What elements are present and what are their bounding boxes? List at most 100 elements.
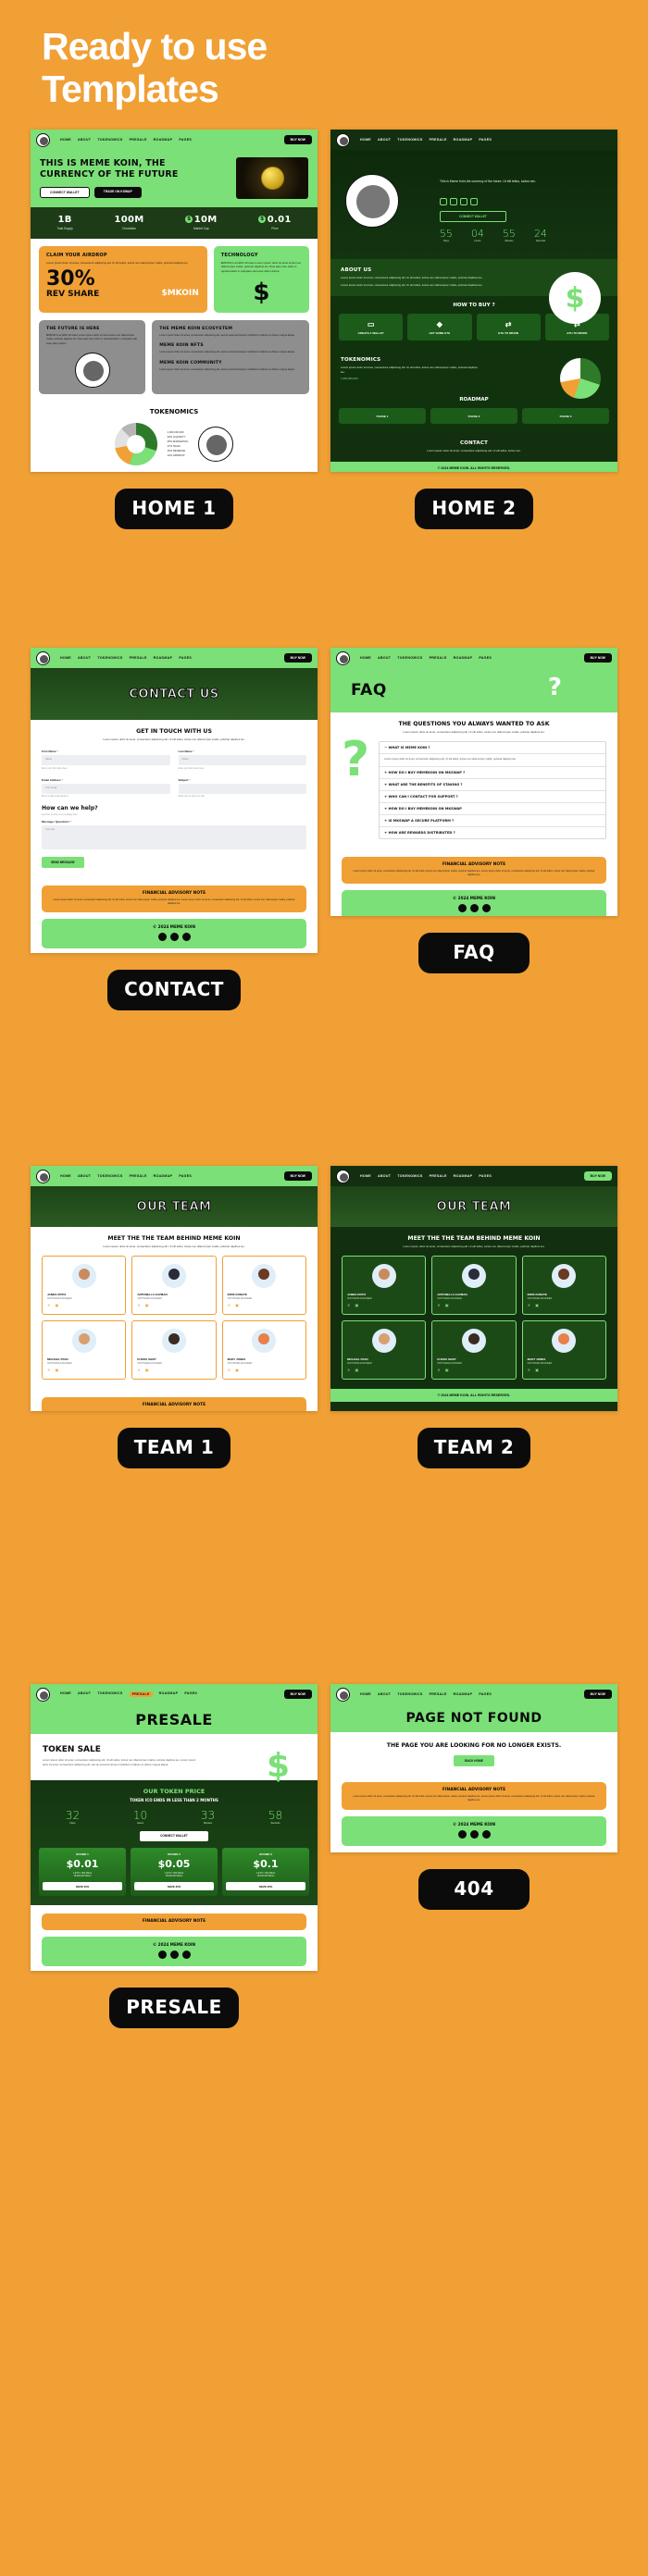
template-card-home-2[interactable]: HOME ABOUT TOKENOMICS PRESALE ROADMAP PA… (330, 130, 617, 529)
nav-link-roadmap[interactable]: ROADMAP (154, 1174, 173, 1178)
nav-link-pages[interactable]: PAGES (179, 1174, 192, 1178)
nav-link-about[interactable]: ABOUT (78, 656, 91, 660)
buy-now-button[interactable]: BUY NOW (283, 653, 312, 663)
member-socials[interactable]: ✕ ▣ (347, 1368, 420, 1372)
footer-socials[interactable] (49, 1951, 299, 1960)
youtube-icon[interactable] (181, 1951, 191, 1960)
youtube-icon[interactable] (181, 933, 191, 942)
nav-link-home[interactable]: HOME (60, 1691, 71, 1697)
nav-link-pages[interactable]: PAGES (479, 1174, 492, 1178)
youtube-icon[interactable] (481, 1829, 491, 1839)
nav-link-tokenomics[interactable]: TOKENOMICS (397, 656, 422, 660)
nav-link-tokenomics[interactable]: TOKENOMICS (397, 138, 422, 142)
subject-input[interactable] (178, 783, 306, 794)
nav-link-pages[interactable]: PAGES (179, 656, 192, 660)
template-card-404[interactable]: HOME ABOUT TOKENOMICS PRESALE ROADMAP PA… (330, 1684, 617, 1910)
member-socials[interactable]: ✕ ▣ (347, 1303, 420, 1307)
member-socials[interactable]: ✕ ▣ (137, 1303, 210, 1307)
member-socials[interactable]: ✕ ▣ (437, 1303, 510, 1307)
round-button[interactable]: SEIZE 30% (134, 1882, 214, 1891)
faq-question[interactable]: + HOW DO I BUY MEMEKOIN ON MKSWAP (380, 803, 605, 815)
nav-link-presale[interactable]: PRESALE (130, 138, 147, 142)
nav-link-presale[interactable]: PRESALE (130, 1174, 147, 1178)
nav-link-presale[interactable]: PRESALE (430, 1174, 447, 1178)
connect-wallet-button[interactable]: CONNECT WALLET (140, 1830, 208, 1841)
round-button[interactable]: SEIZE 30% (226, 1882, 305, 1891)
x-icon[interactable] (469, 1829, 479, 1839)
nav-link-home[interactable]: HOME (60, 138, 71, 142)
template-card-presale[interactable]: HOME ABOUT TOKENOMICS PRESALE ROADMAP PA… (31, 1684, 318, 2028)
template-card-team-2[interactable]: HOME ABOUT TOKENOMICS PRESALE ROADMAP PA… (330, 1166, 617, 1468)
nav-link-pages[interactable]: PAGES (479, 1692, 492, 1696)
trade-button[interactable]: TRADE ON KSWAP (93, 186, 142, 198)
thumbnail-home-2[interactable]: HOME ABOUT TOKENOMICS PRESALE ROADMAP PA… (330, 130, 617, 472)
thumbnail-team-2[interactable]: HOME ABOUT TOKENOMICS PRESALE ROADMAP PA… (330, 1166, 617, 1411)
nav-link-roadmap[interactable]: ROADMAP (154, 656, 173, 660)
thumbnail-404[interactable]: HOME ABOUT TOKENOMICS PRESALE ROADMAP PA… (330, 1684, 617, 1852)
nav-link-tokenomics[interactable]: TOKENOMICS (97, 656, 122, 660)
x-icon[interactable] (169, 1951, 179, 1960)
thumbnail-contact[interactable]: HOME ABOUT TOKENOMICS PRESALE ROADMAP PA… (31, 648, 318, 953)
template-label-team-2[interactable]: TEAM 2 (417, 1428, 531, 1468)
buy-now-button[interactable]: BUY NOW (583, 1690, 612, 1699)
faq-accordion[interactable]: − WHAT IS MEME KOIN ? Lorem ipsum dolor … (379, 741, 606, 839)
email-input[interactable]: Your email (42, 783, 170, 794)
first-name-input[interactable]: Name (42, 755, 170, 765)
member-socials[interactable]: ✕ ▣ (528, 1368, 601, 1372)
member-socials[interactable]: ✕ ▣ (47, 1368, 120, 1372)
x-icon[interactable] (169, 933, 179, 942)
nav-link-about[interactable]: ABOUT (78, 1174, 91, 1178)
discord-icon[interactable] (457, 904, 467, 913)
nav-link-home[interactable]: HOME (360, 138, 371, 142)
nav-link-presale[interactable]: PRESALE (430, 1692, 447, 1696)
back-home-button[interactable]: BACK HOME (454, 1755, 494, 1766)
nav-link-roadmap[interactable]: ROADMAP (454, 1174, 473, 1178)
faq-question[interactable]: − WHAT IS MEME KOIN ? (380, 742, 605, 754)
thumbnail-home-1[interactable]: HOME ABOUT TOKENOMICS PRESALE ROADMAP PA… (31, 130, 318, 472)
youtube-icon[interactable] (481, 904, 491, 913)
connect-wallet-button[interactable]: CONNECT WALLET (40, 186, 90, 198)
nav-link-home[interactable]: HOME (360, 1174, 371, 1178)
nav-link-roadmap[interactable]: ROADMAP (454, 138, 473, 142)
nav-link-presale[interactable]: PRESALE (129, 1691, 153, 1697)
social-icons[interactable] (440, 198, 478, 205)
thumbnail-faq[interactable]: HOME ABOUT TOKENOMICS PRESALE ROADMAP PA… (330, 648, 617, 916)
nav-link-pages[interactable]: PAGES (479, 138, 492, 142)
buy-now-button[interactable]: BUY NOW (283, 1690, 312, 1699)
nav-link-home[interactable]: HOME (60, 656, 71, 660)
last-name-input[interactable]: Name (178, 755, 306, 765)
template-label-home-1[interactable]: HOME 1 (115, 489, 233, 529)
nav-link-about[interactable]: ABOUT (78, 1691, 91, 1697)
member-socials[interactable]: ✕ ▣ (228, 1303, 301, 1307)
template-label-home-2[interactable]: HOME 2 (415, 489, 533, 529)
template-label-contact[interactable]: CONTACT (107, 970, 241, 1010)
template-card-team-1[interactable]: HOME ABOUT TOKENOMICS PRESALE ROADMAP PA… (31, 1166, 318, 1468)
nav-link-presale[interactable]: PRESALE (430, 138, 447, 142)
nav-link-pages[interactable]: PAGES (179, 138, 192, 142)
discord-icon[interactable] (457, 1829, 467, 1839)
member-socials[interactable]: ✕ ▣ (47, 1303, 120, 1307)
footer-socials[interactable] (349, 904, 599, 913)
template-card-faq[interactable]: HOME ABOUT TOKENOMICS PRESALE ROADMAP PA… (330, 648, 617, 973)
nav-link-tokenomics[interactable]: TOKENOMICS (397, 1692, 422, 1696)
x-icon[interactable] (469, 904, 479, 913)
nav-link-tokenomics[interactable]: TOKENOMICS (97, 138, 122, 142)
faq-question[interactable]: + HOW DO I BUY MEMEKOIN ON MKSWAP ? (380, 767, 605, 779)
member-socials[interactable]: ✕ ▣ (528, 1303, 601, 1307)
nav-link-roadmap[interactable]: ROADMAP (159, 1691, 179, 1697)
telegram-icon[interactable] (450, 198, 457, 205)
nav-link-presale[interactable]: PRESALE (430, 656, 447, 660)
nav-link-roadmap[interactable]: ROADMAP (454, 1692, 473, 1696)
nav-link-about[interactable]: ABOUT (378, 656, 391, 660)
faq-question[interactable]: + HOW ARE REWARDS DISTRIBUTED ? (380, 827, 605, 838)
discord-icon[interactable] (157, 933, 167, 942)
nav-link-pages[interactable]: PAGES (479, 656, 492, 660)
buy-now-button[interactable]: BUY NOW (583, 1171, 612, 1181)
nav-link-home[interactable]: HOME (60, 1174, 71, 1178)
template-label-team-1[interactable]: TEAM 1 (117, 1428, 231, 1468)
template-card-home-1[interactable]: HOME ABOUT TOKENOMICS PRESALE ROADMAP PA… (31, 130, 318, 529)
template-card-contact[interactable]: HOME ABOUT TOKENOMICS PRESALE ROADMAP PA… (31, 648, 318, 1010)
nav-link-presale[interactable]: PRESALE (130, 656, 147, 660)
send-message-button[interactable]: SEND MESSAGE (42, 856, 84, 868)
buy-now-button[interactable]: BUY NOW (283, 135, 312, 144)
